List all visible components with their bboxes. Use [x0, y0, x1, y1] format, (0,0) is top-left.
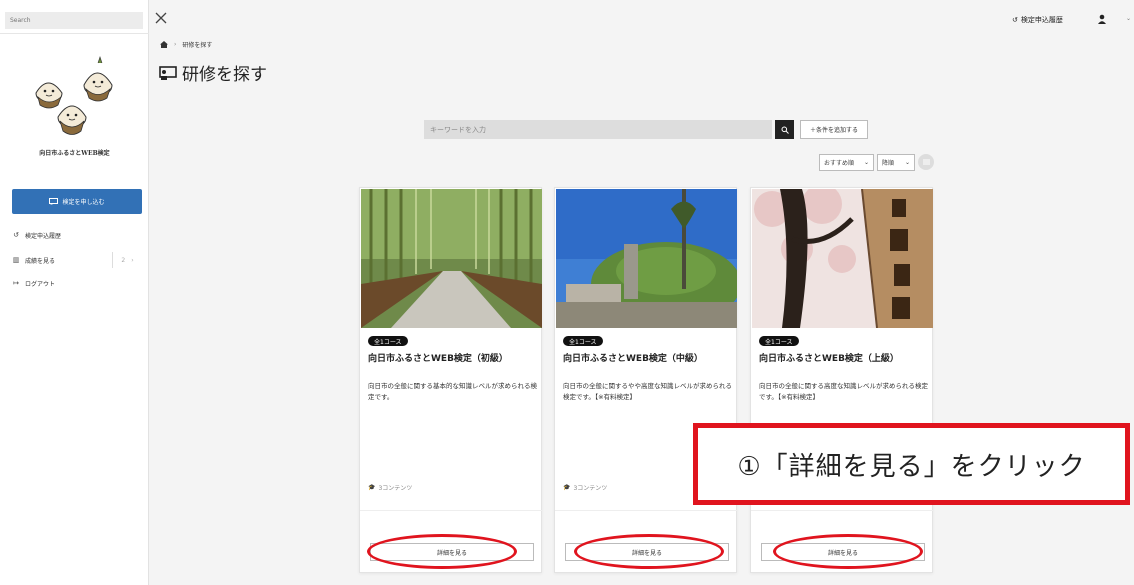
- page-title: 研修を探す: [159, 60, 267, 85]
- keyword-search-input[interactable]: キーワードを入力: [424, 120, 772, 139]
- content-count-label: 3コンテンツ: [378, 485, 413, 492]
- header-history-label: 検定申込履歴: [1020, 16, 1063, 24]
- sidebar-search-input[interactable]: [5, 12, 143, 29]
- sidebar-item-history[interactable]: ↺ 検定申込履歴: [12, 229, 61, 241]
- course-count-badge: 全1コース: [563, 336, 603, 346]
- card-divider: [360, 510, 543, 511]
- card-divider: [555, 510, 738, 511]
- sidebar-divider: [0, 33, 149, 34]
- bamboo-path-image: [361, 189, 542, 328]
- sort-direction-select[interactable]: 降順 ⌄: [877, 154, 915, 171]
- results-count: 2: [121, 256, 126, 264]
- keyword-placeholder: キーワードを入力: [430, 125, 486, 134]
- search-icon: [781, 126, 789, 134]
- close-icon[interactable]: [154, 11, 168, 25]
- highlight-ellipse: [367, 534, 517, 569]
- course-card[interactable]: 全1コース 向日市ふるさとWEB検定（中級） 向日市の全般に関するやや高度な知識…: [554, 187, 738, 573]
- sort-order-value: おすすめ順: [824, 160, 855, 167]
- breadcrumb-current: 研修を探す: [182, 42, 213, 49]
- course-count-badge: 全1コース: [759, 336, 799, 346]
- results-count-toggle[interactable]: 2 ›: [112, 252, 142, 268]
- sort-direction-value: 降順: [882, 160, 895, 167]
- course-description: 向日市の全般に関する基本的な知識レベルが求められる検定です。: [368, 382, 537, 401]
- add-condition-button[interactable]: ＋条件を追加する: [800, 120, 868, 139]
- sidebar-item-label: ログアウト: [25, 280, 56, 288]
- header-history-link[interactable]: ↺ 検定申込履歴: [1012, 15, 1063, 25]
- course-title[interactable]: 向日市ふるさとWEB検定（中級）: [563, 351, 703, 364]
- chevron-down-icon: ⌄: [863, 159, 869, 166]
- course-card[interactable]: 全1コース 向日市ふるさとWEB検定（上級） 向日市の全般に関する高度な知識レベ…: [750, 187, 934, 573]
- logout-icon: ↦: [13, 279, 19, 287]
- sidebar-item-logout[interactable]: ↦ ログアウト: [12, 277, 55, 289]
- chevron-down-icon[interactable]: ⌄: [1126, 15, 1131, 22]
- content-count: 🎓 3コンテンツ: [368, 483, 412, 492]
- mascot-logo: [35, 56, 113, 135]
- breadcrumb-separator: ›: [174, 41, 177, 48]
- sidebar-item-label: 検定申込履歴: [25, 232, 62, 240]
- sidebar: 向日市ふるさとWEB検定 検定を申し込む ↺ 検定申込履歴 ▥ 成績を見る 2 …: [0, 0, 149, 585]
- highlight-ellipse: [773, 534, 923, 569]
- content-count-label: 3コンテンツ: [573, 485, 608, 492]
- search-button[interactable]: [775, 120, 794, 139]
- course-count-badge: 全1コース: [368, 336, 408, 346]
- training-icon: [159, 65, 177, 80]
- sidebar-item-label: 成績を見る: [25, 257, 56, 265]
- apply-icon: [49, 198, 59, 205]
- course-title[interactable]: 向日市ふるさとWEB検定（初級）: [368, 351, 508, 364]
- card-divider: [751, 510, 934, 511]
- history-icon: ↺: [13, 231, 19, 239]
- page-title-text: 研修を探す: [182, 65, 267, 85]
- highlight-ellipse: [574, 534, 724, 569]
- course-title[interactable]: 向日市ふるさとWEB検定（上級）: [759, 351, 899, 364]
- chevron-down-icon: ⌄: [904, 159, 910, 166]
- instruction-callout: ①「詳細を見る」をクリック: [693, 423, 1130, 505]
- breadcrumb: › 研修を探す: [160, 40, 212, 49]
- chart-icon: ▥: [12, 256, 20, 264]
- course-card[interactable]: 全1コース 向日市ふるさとWEB検定（初級） 向日市の全般に関する基本的な知識レ…: [359, 187, 543, 573]
- list-view-toggle[interactable]: [918, 154, 934, 170]
- sidebar-item-results[interactable]: ▥ 成績を見る: [12, 254, 55, 266]
- history-icon: ↺: [1012, 16, 1018, 24]
- cherry-blossom-image: [752, 189, 933, 328]
- home-icon[interactable]: [160, 41, 168, 48]
- list-icon: [922, 159, 930, 165]
- sort-order-select[interactable]: おすすめ順 ⌄: [819, 154, 874, 171]
- graduation-cap-icon: 🎓: [563, 484, 571, 491]
- apply-exam-button[interactable]: 検定を申し込む: [12, 189, 142, 214]
- apply-exam-label: 検定を申し込む: [62, 199, 105, 206]
- burial-mound-image: [556, 189, 737, 328]
- user-icon[interactable]: [1097, 14, 1107, 24]
- chevron-right-icon: ›: [131, 256, 134, 264]
- graduation-cap-icon: 🎓: [368, 484, 376, 491]
- course-description: 向日市の全般に関する高度な知識レベルが求められる検定です。【※有料検定】: [759, 382, 928, 401]
- logo-text: 向日市ふるさとWEB検定: [39, 150, 110, 157]
- content-count: 🎓 3コンテンツ: [563, 483, 607, 492]
- course-description: 向日市の全般に関するやや高度な知識レベルが求められる検定です。【※有料検定】: [563, 382, 732, 401]
